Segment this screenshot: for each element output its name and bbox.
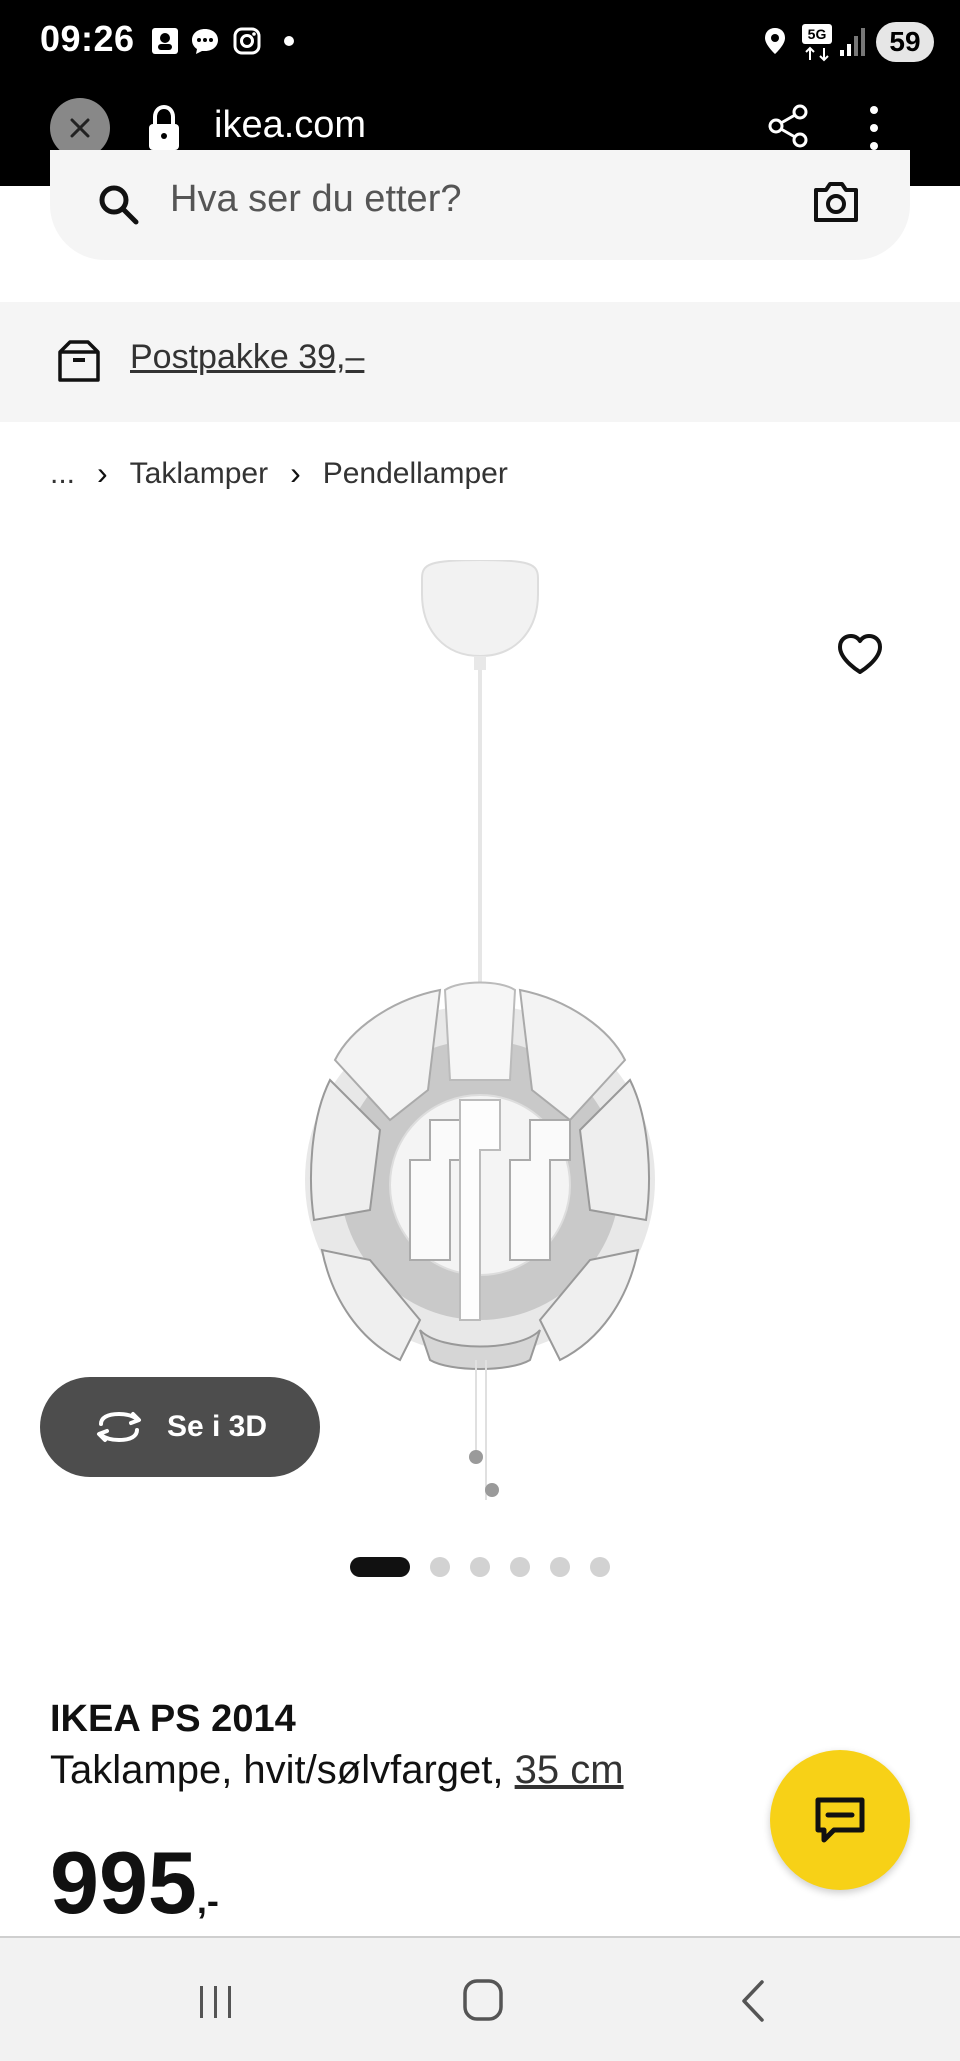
breadcrumb: ... › Taklamper › Pendellamper bbox=[50, 455, 508, 492]
pagination-dot[interactable] bbox=[510, 1557, 530, 1577]
contact-icon bbox=[152, 28, 178, 54]
image-pagination bbox=[350, 1557, 610, 1577]
recent-apps-icon[interactable] bbox=[194, 1982, 238, 2022]
chat-button[interactable] bbox=[770, 1750, 910, 1890]
product-name: IKEA PS 2014 bbox=[50, 1698, 296, 1740]
camera-icon[interactable] bbox=[812, 180, 860, 224]
home-icon[interactable] bbox=[462, 1978, 504, 2022]
share-icon[interactable] bbox=[764, 102, 812, 150]
view-3d-button[interactable]: Se i 3D bbox=[40, 1377, 320, 1477]
product-description: Taklampe, hvit/sølvfarget, 35 cm bbox=[50, 1748, 624, 1793]
breadcrumb-item-taklamper[interactable]: Taklamper bbox=[130, 457, 268, 491]
pagination-dot[interactable] bbox=[430, 1557, 450, 1577]
shipping-link[interactable]: Postpakke 39,– bbox=[130, 338, 364, 377]
more-vert-icon[interactable] bbox=[862, 102, 886, 154]
chevron-right-icon: › bbox=[290, 455, 301, 491]
back-icon[interactable] bbox=[736, 1978, 768, 2024]
breadcrumb-ellipsis[interactable]: ... bbox=[50, 457, 75, 491]
rotate-3d-icon bbox=[96, 1411, 141, 1443]
package-icon bbox=[58, 340, 100, 382]
battery-icon: 59 bbox=[876, 22, 934, 62]
pagination-dot[interactable] bbox=[590, 1557, 610, 1577]
system-nav-bar bbox=[0, 1936, 960, 2061]
search-placeholder[interactable]: Hva ser du etter? bbox=[170, 178, 461, 221]
product-price: 995,- bbox=[50, 1832, 219, 1934]
lock-icon[interactable] bbox=[146, 104, 182, 152]
location-icon bbox=[765, 28, 785, 54]
5g-icon: 5G bbox=[802, 24, 832, 62]
pagination-dot[interactable] bbox=[550, 1557, 570, 1577]
pagination-dot-active[interactable] bbox=[350, 1557, 410, 1577]
status-time: 09:26 bbox=[40, 18, 135, 59]
message-icon bbox=[192, 29, 218, 54]
signal-icon bbox=[840, 28, 865, 56]
notification-dot bbox=[284, 36, 294, 46]
instagram-icon bbox=[233, 27, 261, 55]
url-text[interactable]: ikea.com bbox=[214, 104, 366, 147]
pagination-dot[interactable] bbox=[470, 1557, 490, 1577]
breadcrumb-item-pendellamper[interactable]: Pendellamper bbox=[323, 457, 508, 491]
status-bar: 09:26 5G 59 bbox=[0, 0, 960, 86]
price-amount: 995 bbox=[50, 1833, 197, 1932]
chat-icon bbox=[815, 1797, 865, 1843]
product-type: Taklampe, hvit/sølvfarget, bbox=[50, 1748, 504, 1792]
product-image[interactable] bbox=[270, 560, 690, 1520]
product-size-link[interactable]: 35 cm bbox=[515, 1748, 624, 1792]
close-icon bbox=[70, 118, 90, 138]
search-icon[interactable] bbox=[96, 182, 140, 226]
chevron-right-icon: › bbox=[97, 455, 108, 491]
close-tab-button[interactable] bbox=[50, 98, 110, 158]
svg-text:5G: 5G bbox=[808, 26, 827, 42]
heart-icon[interactable] bbox=[836, 632, 884, 676]
view-3d-label: Se i 3D bbox=[166, 1410, 268, 1443]
price-suffix: ,- bbox=[196, 1880, 219, 1921]
